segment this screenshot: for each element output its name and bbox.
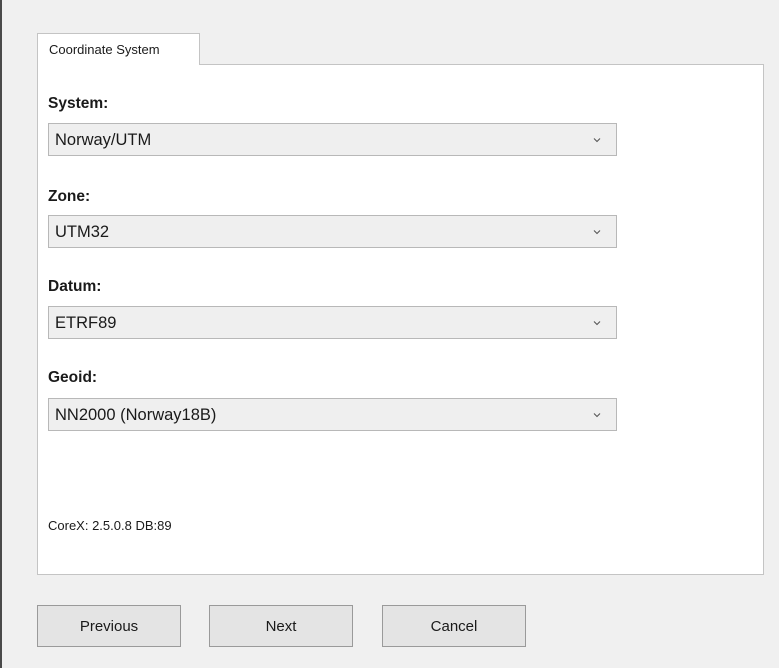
zone-dropdown[interactable]: UTM32 xyxy=(48,215,617,248)
tab-coordinate-system[interactable]: Coordinate System xyxy=(37,33,200,65)
coordinate-system-panel: System: Norway/UTM Zone: UTM32 Datum: ET… xyxy=(37,64,764,575)
datum-label: Datum: xyxy=(48,278,102,295)
geoid-label: Geoid: xyxy=(48,369,98,386)
zone-label: Zone: xyxy=(48,188,91,205)
version-info: CoreX: 2.5.0.8 DB:89 xyxy=(48,518,172,533)
datum-dropdown[interactable]: ETRF89 xyxy=(48,306,617,339)
system-label: System: xyxy=(48,95,109,112)
chevron-down-icon xyxy=(593,321,601,326)
geoid-value: NN2000 (Norway18B) xyxy=(55,406,217,424)
next-button[interactable]: Next xyxy=(209,605,353,647)
chevron-down-icon xyxy=(593,230,601,235)
system-dropdown[interactable]: Norway/UTM xyxy=(48,123,617,156)
chevron-down-icon xyxy=(593,138,601,143)
window-left-border xyxy=(0,0,2,668)
zone-value: UTM32 xyxy=(55,223,110,241)
cancel-button[interactable]: Cancel xyxy=(382,605,526,647)
tab-label: Coordinate System xyxy=(49,42,160,57)
chevron-down-icon xyxy=(593,413,601,418)
geoid-dropdown[interactable]: NN2000 (Norway18B) xyxy=(48,398,617,431)
datum-value: ETRF89 xyxy=(55,314,117,332)
previous-button[interactable]: Previous xyxy=(37,605,181,647)
system-value: Norway/UTM xyxy=(55,131,152,149)
